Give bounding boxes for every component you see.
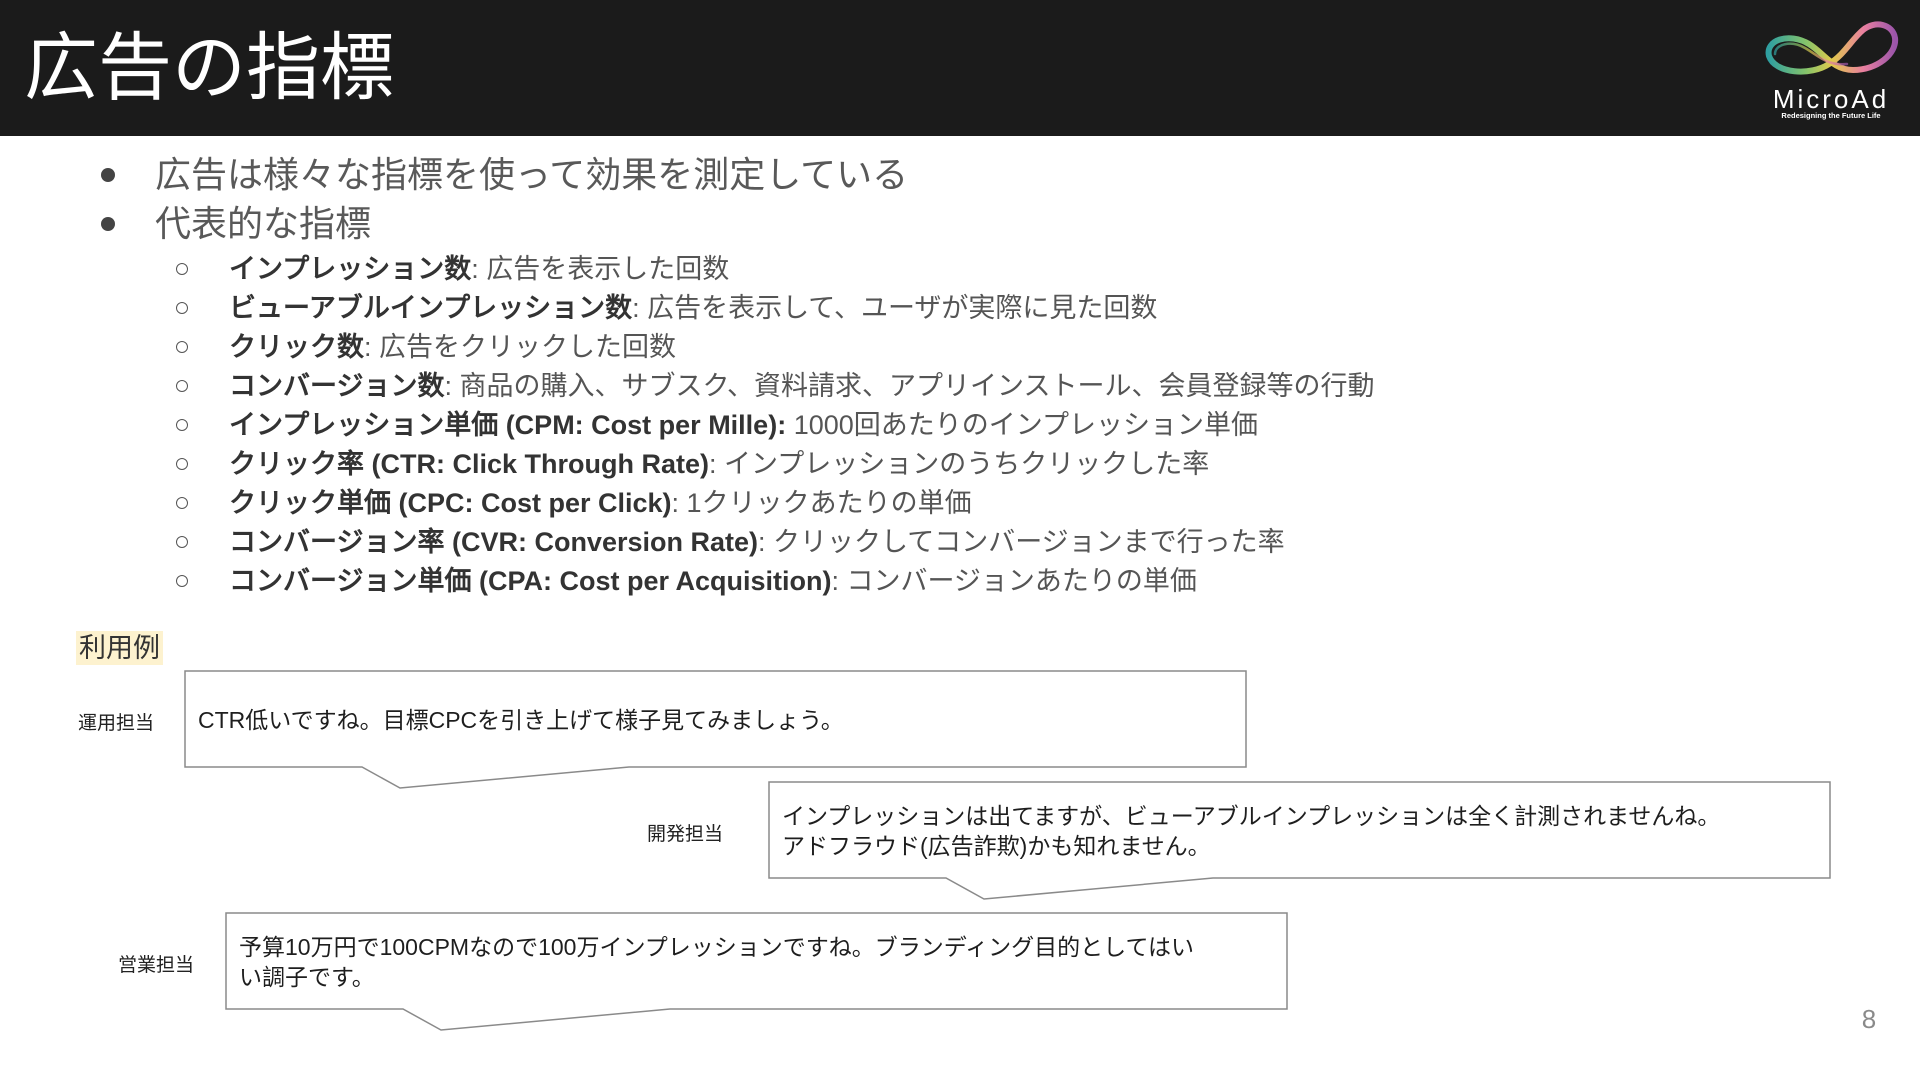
sub-bullet-marker xyxy=(176,263,188,275)
speech-bubble-text: 予算10万円で100CPMなので100万インプレッションですね。ブランディング目… xyxy=(239,913,1269,1010)
logo-tagline: Redesigning the Future Life xyxy=(1781,111,1881,120)
metric-term: インプレッション数 xyxy=(229,254,472,284)
metric-item: インプレッション数: 広告を表示した回数 xyxy=(176,250,1375,289)
speech-bubble-text: CTR低いですね。目標CPCを引き上げて様子見てみましょう。 xyxy=(198,671,1228,768)
metric-description: : 商品の購入、サブスク、資料請求、アプリインストール、会員登録等の行動 xyxy=(444,371,1375,401)
metric-item: コンバージョン単価 (CPA: Cost per Acquisition): コ… xyxy=(176,562,1375,601)
infinity-swirl-logo-icon xyxy=(1765,21,1899,75)
slide-header: 広告の指標 MicroAd Redesigning the Future Lif… xyxy=(0,0,1920,136)
metrics-list: インプレッション数: 広告を表示した回数 ビューアブルインプレッション数: 広告… xyxy=(176,250,1375,601)
metric-description: : コンバージョンあたりの単価 xyxy=(831,566,1197,596)
metric-term: ビューアブルインプレッション数 xyxy=(229,293,633,323)
speech-line: 予算10万円で100CPMなので100万インプレッションですね。ブランディング目… xyxy=(239,933,1194,960)
sub-bullet-marker xyxy=(176,341,188,353)
speech-line: い調子です。 xyxy=(239,963,375,990)
speech-bubble: CTR低いですね。目標CPCを引き上げて様子見てみましょう。 xyxy=(184,670,1248,792)
sub-bullet-marker xyxy=(176,497,188,509)
metric-item: クリック率 (CTR: Click Through Rate): インプレッショ… xyxy=(176,445,1375,484)
speaker-label: 営業担当 xyxy=(118,955,195,976)
metric-item: インプレッション単価 (CPM: Cost per Mille): 1000回あ… xyxy=(176,406,1375,445)
metric-term: クリック数 xyxy=(229,332,364,362)
microad-logo: MicroAd Redesigning the Future Life xyxy=(1756,12,1906,124)
bullet-text: 広告は様々な指標を使って効果を測定している xyxy=(155,154,909,195)
metric-term: コンバージョン単価 (CPA: Cost per Acquisition) xyxy=(229,566,832,596)
speech-line: CTR低いですね。目標CPCを引き上げて様子見てみましょう。 xyxy=(198,706,844,733)
metric-description: : クリックしてコンバージョンまで行った率 xyxy=(758,527,1285,557)
metric-item: ビューアブルインプレッション数: 広告を表示して、ユーザが実際に見た回数 xyxy=(176,289,1375,328)
bullet-marker xyxy=(101,168,115,182)
example-heading: 利用例 xyxy=(76,631,163,665)
speech-line: アドフラウド(広告詐欺)かも知れません。 xyxy=(782,832,1211,859)
sub-bullet-marker xyxy=(176,575,188,587)
sub-bullet-marker xyxy=(176,302,188,314)
slide-title: 広告の指標 xyxy=(24,26,394,109)
sub-bullet-marker xyxy=(176,536,188,548)
logo-name: MicroAd xyxy=(1772,84,1890,114)
metric-description: : インプレッションのうちクリックした率 xyxy=(709,449,1210,479)
metric-term: コンバージョン率 (CVR: Conversion Rate) xyxy=(229,527,758,557)
sub-bullet-marker xyxy=(176,380,188,392)
metric-description: 1000回あたりのインプレッション単価 xyxy=(786,410,1258,440)
metric-description: : 広告を表示した回数 xyxy=(471,254,730,284)
metric-item: クリック単価 (CPC: Cost per Click): 1クリックあたりの単… xyxy=(176,484,1375,523)
speaker-label: 運用担当 xyxy=(78,713,155,734)
bullet-text: 代表的な指標 xyxy=(155,203,372,244)
page-number: 8 xyxy=(1861,1004,1877,1034)
speech-bubble-text: インプレッションは出てますが、ビューアブルインプレッションは全く計測されませんね… xyxy=(782,782,1812,879)
metric-term: クリック率 (CTR: Click Through Rate) xyxy=(229,449,709,479)
metric-term: インプレッション単価 (CPM: Cost per Mille): xyxy=(229,410,787,440)
metric-item: コンバージョン数: 商品の購入、サブスク、資料請求、アプリインストール、会員登録… xyxy=(176,367,1375,406)
speech-bubble: インプレッションは出てますが、ビューアブルインプレッションは全く計測されませんね… xyxy=(768,781,1832,903)
metric-item: クリック数: 広告をクリックした回数 xyxy=(176,328,1375,367)
speaker-label: 開発担当 xyxy=(647,824,724,845)
metric-description: : 1クリックあたりの単価 xyxy=(671,488,972,518)
metric-term: クリック単価 (CPC: Cost per Click) xyxy=(229,488,672,518)
speech-line: インプレッションは出てますが、ビューアブルインプレッションは全く計測されませんね… xyxy=(782,802,1721,829)
speech-bubble: 予算10万円で100CPMなので100万インプレッションですね。ブランディング目… xyxy=(225,912,1289,1034)
sub-bullet-marker xyxy=(176,458,188,470)
bullet-marker xyxy=(101,217,115,231)
metric-description: : 広告を表示して、ユーザが実際に見た回数 xyxy=(632,293,1158,323)
metric-description: : 広告をクリックした回数 xyxy=(364,332,677,362)
sub-bullet-marker xyxy=(176,419,188,431)
metric-item: コンバージョン率 (CVR: Conversion Rate): クリックしてコ… xyxy=(176,523,1375,562)
metric-term: コンバージョン数 xyxy=(229,371,445,401)
